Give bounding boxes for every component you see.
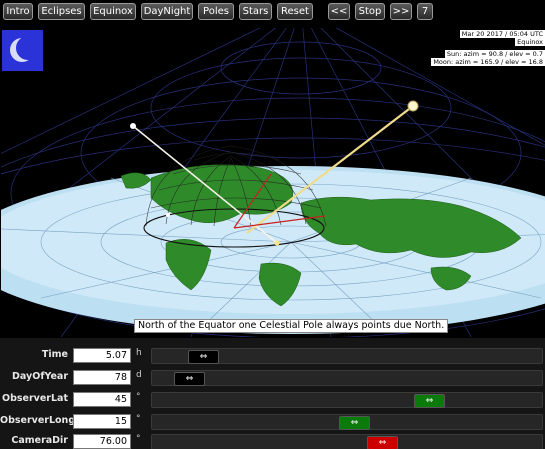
observerlat-control: ObserverLat 45 ° ⇔	[0, 390, 545, 411]
moon-phase-panel	[2, 30, 43, 71]
stop-button[interactable]: Stop	[355, 3, 385, 20]
toolbar: Intro Eclipses Equinox DayNight Poles St…	[0, 0, 545, 26]
control-panel: Time 5.07 h ⇔ DayOfYear 78 d ⇔ ObserverL…	[0, 338, 545, 449]
poles-button[interactable]: Poles	[198, 3, 234, 20]
rewind-button[interactable]: <<	[328, 3, 350, 20]
dayofyear-unit: d	[136, 370, 142, 380]
scene-viewport[interactable]: Mar 20 2017 / 05:04 UTC Equinox Sun: azi…	[1, 28, 545, 337]
flat-earth-scene-graphic	[1, 28, 545, 337]
cameradir-slider-track[interactable]: ⇔	[151, 434, 543, 449]
cameradir-control: CameraDir 76.00 ° ⇔	[0, 432, 545, 449]
observerlong-control: ObserverLong 15 ° ⇔	[0, 412, 545, 433]
speed-button[interactable]: 7	[417, 3, 433, 20]
observerlong-slider-track[interactable]: ⇔	[151, 414, 543, 430]
time-label: Time	[41, 349, 68, 360]
observerlong-slider-thumb[interactable]: ⇔	[339, 416, 370, 430]
scene-caption: North of the Equator one Celestial Pole …	[134, 319, 449, 333]
eclipses-button[interactable]: Eclipses	[38, 3, 85, 20]
datetime-label: Mar 20 2017 / 05:04 UTC	[459, 30, 545, 38]
intro-button[interactable]: Intro	[3, 3, 33, 20]
observerlat-unit: °	[136, 392, 141, 402]
moon-position-label: Moon: azim = 165.9 / elev = 16.8	[431, 58, 545, 66]
cameradir-slider-thumb[interactable]: ⇔	[367, 436, 398, 449]
observerlong-label: ObserverLong	[0, 415, 76, 426]
time-slider-thumb[interactable]: ⇔	[188, 350, 219, 364]
dayofyear-control: DayOfYear 78 d ⇔	[0, 368, 545, 389]
observerlat-input[interactable]: 45	[73, 392, 131, 407]
observerlong-unit: °	[136, 414, 141, 424]
cameradir-input[interactable]: 76.00	[73, 434, 131, 449]
reset-button[interactable]: Reset	[277, 3, 313, 20]
observerlat-slider-track[interactable]: ⇔	[151, 392, 543, 408]
crescent-moon-icon	[10, 36, 40, 62]
cameradir-label: CameraDir	[11, 435, 68, 446]
time-input[interactable]: 5.07	[73, 348, 131, 363]
cameradir-unit: °	[136, 434, 141, 444]
time-slider-track[interactable]: ⇔	[151, 348, 543, 364]
observerlat-label: ObserverLat	[2, 393, 68, 404]
observerlong-input[interactable]: 15	[73, 414, 131, 429]
dayofyear-slider-track[interactable]: ⇔	[151, 370, 543, 386]
time-control: Time 5.07 h ⇔	[0, 346, 545, 367]
sun-position-label: Sun: azim = 90.8 / elev = 0.7	[444, 50, 545, 58]
time-unit: h	[136, 348, 142, 358]
forward-button[interactable]: >>	[390, 3, 412, 20]
event-label: Equinox	[515, 38, 545, 46]
equinox-button[interactable]: Equinox	[90, 3, 136, 20]
dayofyear-input[interactable]: 78	[73, 370, 131, 385]
dayofyear-slider-thumb[interactable]: ⇔	[174, 372, 205, 386]
observerlat-slider-thumb[interactable]: ⇔	[414, 394, 445, 408]
dayofyear-label: DayOfYear	[12, 371, 68, 382]
daynight-button[interactable]: DayNight	[141, 3, 193, 20]
stars-button[interactable]: Stars	[239, 3, 272, 20]
